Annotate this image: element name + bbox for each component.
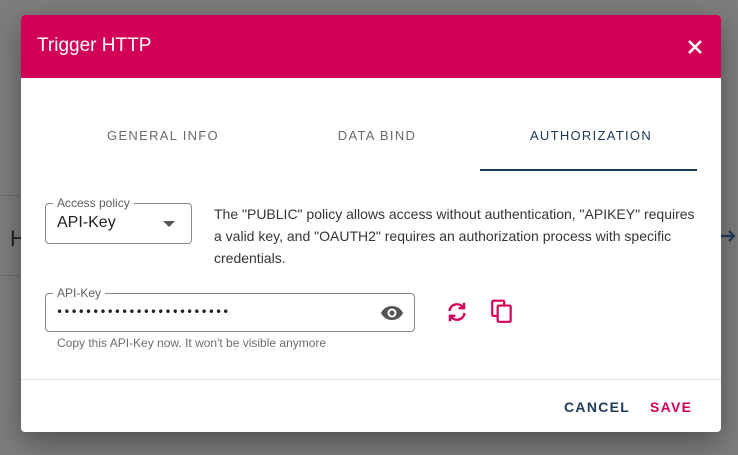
tab-data-bind[interactable]: DATA BIND — [270, 123, 484, 170]
trigger-http-dialog: Trigger HTTP GENERAL INFO DATA BIND AUTH… — [21, 15, 721, 432]
save-button[interactable]: SAVE — [650, 399, 692, 415]
access-policy-select[interactable]: Access policy API-Key — [45, 196, 192, 244]
arrow-right-icon — [720, 230, 736, 242]
background-divider — [0, 195, 22, 196]
close-icon[interactable] — [683, 35, 707, 59]
access-policy-description: The "PUBLIC" policy allows access withou… — [214, 206, 695, 266]
eye-icon[interactable] — [380, 301, 404, 325]
cancel-button[interactable]: CANCEL — [564, 399, 630, 415]
api-key-field: API-Key — [45, 286, 415, 332]
access-policy-value: API-Key — [57, 214, 116, 231]
tab-authorization[interactable]: AUTHORIZATION — [484, 123, 698, 170]
refresh-icon[interactable] — [444, 299, 470, 325]
background-divider — [0, 275, 22, 276]
dialog-title: Trigger HTTP — [37, 35, 152, 56]
api-key-label: API-Key — [53, 286, 106, 300]
api-key-hint: Copy this API-Key now. It won't be visib… — [57, 336, 327, 350]
access-policy-label: Access policy — [53, 196, 134, 210]
active-tab-indicator — [480, 169, 697, 171]
dialog-header: Trigger HTTP — [21, 15, 721, 78]
tab-bar: GENERAL INFO DATA BIND AUTHORIZATION — [56, 123, 698, 171]
footer-divider — [21, 379, 721, 380]
api-key-input[interactable] — [56, 302, 366, 322]
copy-icon[interactable] — [489, 298, 515, 324]
caret-down-icon — [163, 221, 175, 227]
tab-general-info[interactable]: GENERAL INFO — [56, 123, 270, 170]
